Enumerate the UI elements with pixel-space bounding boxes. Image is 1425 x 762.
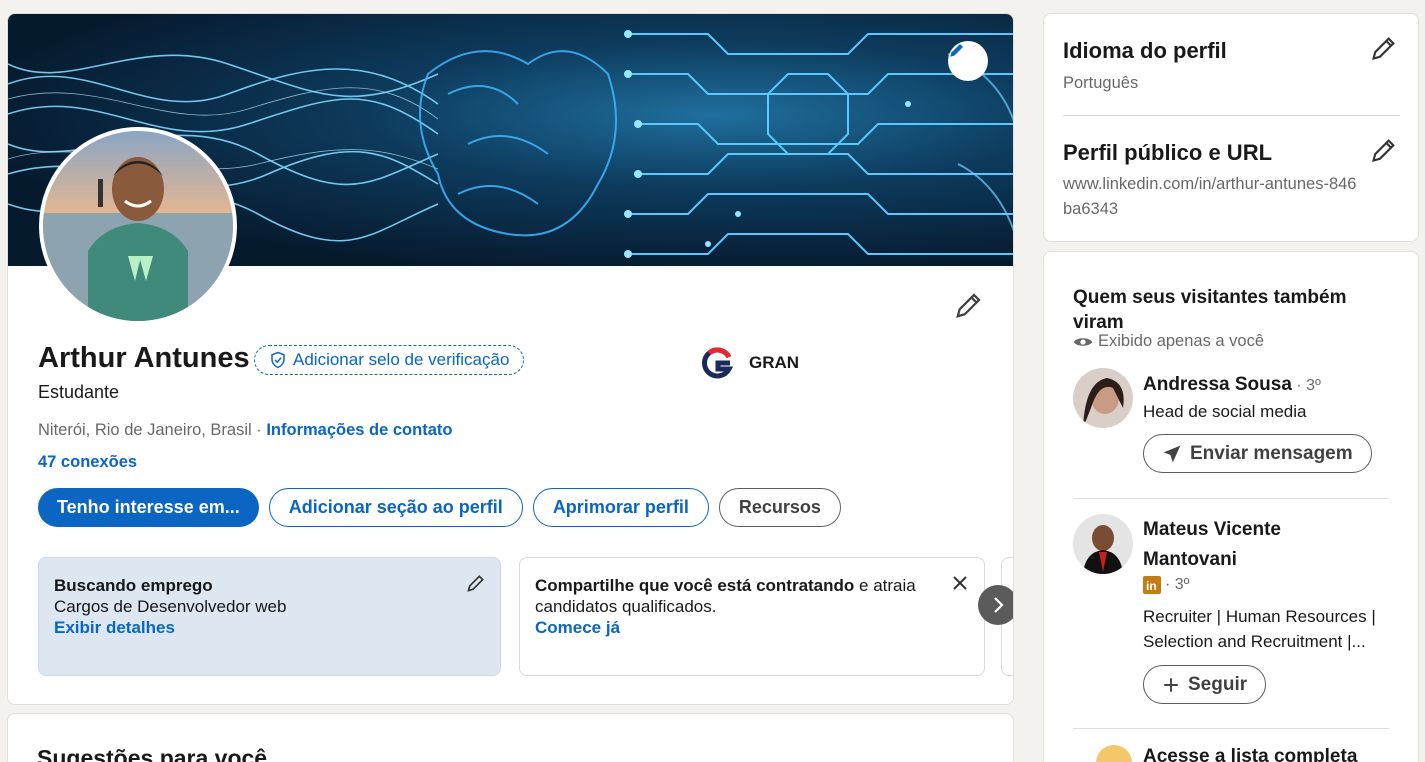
profile-language-value: Português bbox=[1063, 74, 1139, 92]
public-profile-title: Perfil público e URL bbox=[1063, 140, 1273, 165]
public-profile-url: www.linkedin.com/in/arthur-antunes-846ba… bbox=[1063, 175, 1357, 218]
dismiss-hiring-button[interactable] bbox=[951, 574, 969, 597]
open-to-work-title: Buscando emprego bbox=[54, 576, 213, 595]
divider bbox=[1073, 498, 1389, 499]
add-verification-button[interactable]: Adicionar selo de verificação bbox=[254, 345, 525, 375]
resources-button[interactable]: Recursos bbox=[718, 488, 841, 527]
profile-headline: Estudante bbox=[38, 382, 120, 402]
company-logo bbox=[701, 347, 733, 379]
send-icon bbox=[1163, 445, 1181, 462]
open-to-work-card[interactable]: Buscando emprego Cargos de Desenvolvedor… bbox=[38, 557, 501, 676]
follow-label: Seguir bbox=[1188, 673, 1248, 695]
enhance-profile-button[interactable]: Aprimorar perfil bbox=[532, 488, 709, 527]
edit-language-button[interactable] bbox=[1370, 34, 1398, 62]
pencil-icon bbox=[1372, 139, 1395, 162]
full-list-icon bbox=[1096, 745, 1132, 762]
carousel-next-button[interactable] bbox=[978, 585, 1013, 625]
pencil-icon bbox=[956, 293, 981, 318]
avatar-image bbox=[43, 131, 233, 321]
send-message-label: Enviar mensagem bbox=[1190, 442, 1353, 464]
close-icon bbox=[953, 576, 967, 590]
suggestions-card: Sugestões para você bbox=[7, 713, 1014, 762]
hiring-title-bold: Compartilhe que você está contratando bbox=[535, 576, 855, 595]
suggestions-title: Sugestões para você bbox=[37, 745, 268, 762]
full-list-link[interactable]: Acesse a lista completa bbox=[1143, 742, 1357, 762]
person-name[interactable]: Mateus Vicente Mantovani bbox=[1143, 515, 1343, 575]
open-to-work-detail: Cargos de Desenvolvedor web bbox=[54, 597, 287, 616]
company-name: GRAN bbox=[749, 353, 800, 372]
verify-badge-label: Adicionar selo de verificação bbox=[293, 350, 510, 369]
contact-info-link[interactable]: Informações de contato bbox=[266, 421, 452, 439]
connections-link[interactable]: 47 conexões bbox=[38, 453, 137, 472]
people-also-viewed-title: Quem seus visitantes também viram bbox=[1073, 287, 1347, 333]
people-also-viewed-card: Quem seus visitantes também viram Exibid… bbox=[1043, 251, 1419, 762]
profile-location-row: Niterói, Rio de Janeiro, Brasil · Inform… bbox=[38, 421, 452, 440]
person-headline: Head de social media bbox=[1143, 402, 1307, 421]
get-started-link[interactable]: Comece já bbox=[535, 617, 969, 638]
plus-icon bbox=[1164, 677, 1178, 692]
person-badge-row: in · 3º bbox=[1143, 576, 1190, 594]
current-company[interactable]: GRAN bbox=[701, 347, 799, 379]
profile-name: Arthur Antunes bbox=[38, 342, 250, 374]
eye-icon bbox=[1073, 337, 1093, 346]
person-headline: Recruiter | Human Resources | Selection … bbox=[1143, 607, 1376, 651]
person-name: Andressa Sousa bbox=[1143, 374, 1292, 395]
edit-open-to-work-button[interactable] bbox=[466, 573, 486, 598]
person-name-row[interactable]: Andressa Sousa · 3º bbox=[1143, 370, 1321, 401]
edit-banner-button[interactable] bbox=[948, 41, 988, 81]
send-message-button[interactable]: Enviar mensagem bbox=[1143, 434, 1372, 473]
view-details-link[interactable]: Exibir detalhes bbox=[54, 617, 485, 638]
open-to-button[interactable]: Tenho interesse em... bbox=[38, 488, 259, 527]
private-note-text: Exibido apenas a você bbox=[1098, 332, 1265, 350]
hiring-text: Compartilhe que você está contratando e … bbox=[535, 575, 969, 617]
shield-check-icon bbox=[271, 351, 285, 369]
edit-url-button[interactable] bbox=[1370, 136, 1398, 164]
hiring-card[interactable]: Compartilhe que você está contratando e … bbox=[519, 557, 985, 676]
person-avatar[interactable] bbox=[1073, 368, 1133, 428]
avatar-image bbox=[1073, 514, 1133, 574]
divider bbox=[1063, 115, 1400, 116]
avatar-image bbox=[1073, 368, 1133, 428]
profile-location: Niterói, Rio de Janeiro, Brasil bbox=[38, 421, 252, 439]
private-note: Exibido apenas a você bbox=[1073, 332, 1264, 351]
separator: · bbox=[251, 421, 267, 439]
profile-actions: Tenho interesse em... Adicionar seção ao… bbox=[38, 488, 841, 527]
pencil-icon bbox=[467, 575, 484, 592]
profile-language-card: Idioma do perfil Português Perfil públic… bbox=[1043, 13, 1419, 242]
follow-button[interactable]: Seguir bbox=[1143, 665, 1267, 704]
profile-language-title: Idioma do perfil bbox=[1063, 38, 1227, 63]
profile-card: Arthur Antunes Adicionar selo de verific… bbox=[7, 13, 1014, 705]
divider bbox=[1073, 728, 1389, 729]
connection-degree: · 3º bbox=[1291, 377, 1321, 394]
edit-intro-button[interactable] bbox=[954, 290, 984, 320]
linkedin-premium-icon: in bbox=[1143, 576, 1161, 594]
pencil-icon bbox=[1372, 37, 1395, 60]
add-section-button[interactable]: Adicionar seção ao perfil bbox=[268, 488, 523, 527]
chevron-right-icon bbox=[994, 597, 1004, 613]
pencil-icon bbox=[950, 44, 963, 57]
person-avatar[interactable] bbox=[1073, 514, 1133, 574]
svg-text:in: in bbox=[1146, 579, 1157, 593]
profile-photo[interactable] bbox=[39, 127, 237, 325]
connection-degree: · 3º bbox=[1165, 576, 1190, 593]
